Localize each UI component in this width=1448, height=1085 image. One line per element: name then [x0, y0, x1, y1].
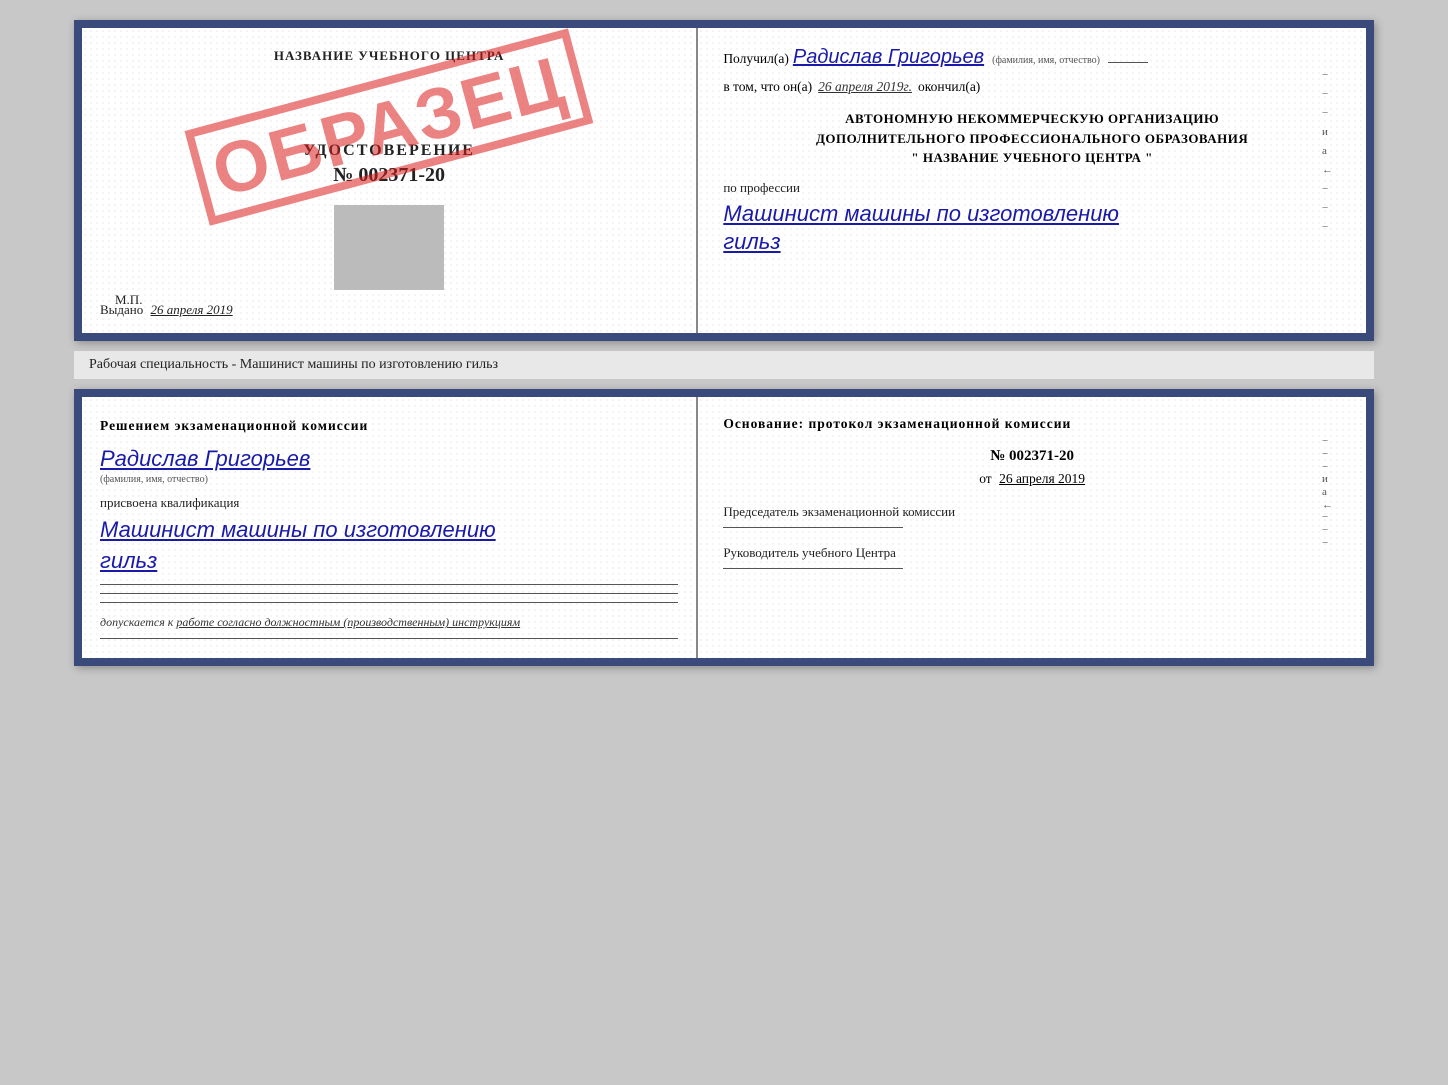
chair-signature-block: Председатель экзаменационной комиссии	[723, 503, 1341, 528]
qualification-line1: Машинист машины по изготовлению	[100, 515, 678, 546]
document-wrapper: НАЗВАНИЕ УЧЕБНОГО ЦЕНТРА ОБРАЗЕЦ УДОСТОВ…	[74, 20, 1374, 666]
top-right-panel: Получил(а) Радислав Григорьев (фамилия, …	[698, 28, 1366, 333]
head-signature-line	[723, 568, 903, 569]
head-label: Руководитель учебного Центра	[723, 544, 1341, 562]
completed-date: 26 апреля 2019г.	[818, 79, 912, 95]
underline1	[100, 584, 678, 585]
protocol-number: № 002371-20	[723, 448, 1341, 465]
bottom-left-panel: Решением экзаменационной комиссии Радисл…	[82, 397, 698, 658]
name-subtitle-bottom: (фамилия, имя, отчество)	[100, 474, 678, 485]
basis-title: Основание: протокол экзаменационной коми…	[723, 415, 1341, 434]
date-prefix: от	[979, 471, 991, 486]
org-block: АВТОНОМНУЮ НЕКОММЕРЧЕСКУЮ ОРГАНИЗАЦИЮ ДО…	[723, 109, 1341, 168]
chair-label: Председатель экзаменационной комиссии	[723, 503, 1341, 521]
underline4	[100, 638, 678, 639]
bottom-document: Решением экзаменационной комиссии Радисл…	[74, 389, 1374, 666]
mp-label: М.П.	[115, 292, 142, 308]
received-prefix: Получил(а)	[723, 51, 789, 67]
chair-signature-line	[723, 527, 903, 528]
received-line: Получил(а) Радислав Григорьев (фамилия, …	[723, 46, 1341, 69]
recipient-name: Радислав Григорьев	[793, 46, 984, 69]
person-name-bottom: Радислав Григорьев	[100, 446, 678, 472]
qualification-line2: гильз	[100, 546, 678, 577]
allowed-text: допускается к работе согласно должностны…	[100, 615, 678, 630]
assigned-text: присвоена квалификация	[100, 495, 678, 511]
underline3	[100, 602, 678, 603]
org-line2: ДОПОЛНИТЕЛЬНОГО ПРОФЕССИОНАЛЬНОГО ОБРАЗО…	[723, 129, 1341, 149]
allowed-description: работе согласно должностным (производств…	[176, 615, 520, 629]
right-side-dashes-bottom: −−−иа←−−−	[1322, 415, 1333, 569]
protocol-date: от 26 апреля 2019	[723, 471, 1341, 487]
profession-name2: гильз	[723, 228, 1341, 257]
top-document: НАЗВАНИЕ УЧЕБНОГО ЦЕНТРА ОБРАЗЕЦ УДОСТОВ…	[74, 20, 1374, 341]
org-line3: " НАЗВАНИЕ УЧЕБНОГО ЦЕНТРА "	[723, 148, 1341, 168]
org-line1: АВТОНОМНУЮ НЕКОММЕРЧЕСКУЮ ОРГАНИЗАЦИЮ	[723, 109, 1341, 129]
completed-suffix: окончил(а)	[918, 79, 980, 95]
profession-name: Машинист машины по изготовлению	[723, 200, 1341, 229]
underline2	[100, 593, 678, 594]
fio-subtitle-top: (фамилия, имя, отчество)	[992, 55, 1100, 66]
photo-placeholder	[334, 205, 444, 290]
profession-label: по профессии	[723, 180, 1341, 196]
decision-text: Решением экзаменационной комиссии	[100, 417, 678, 436]
head-signature-block: Руководитель учебного Центра	[723, 544, 1341, 569]
in-that-prefix: в том, что он(а)	[723, 79, 812, 95]
bottom-right-panel: Основание: протокол экзаменационной коми…	[698, 397, 1366, 658]
issued-date: 26 апреля 2019	[151, 302, 233, 317]
middle-label: Рабочая специальность - Машинист машины …	[74, 351, 1374, 379]
protocol-date-value: 26 апреля 2019	[999, 471, 1085, 486]
completed-line: в том, что он(а) 26 апреля 2019г. окончи…	[723, 79, 1341, 95]
allowed-prefix: допускается к	[100, 615, 173, 629]
right-side-dashes-top: −−−иа←−−−	[1322, 46, 1333, 257]
top-left-panel: НАЗВАНИЕ УЧЕБНОГО ЦЕНТРА ОБРАЗЕЦ УДОСТОВ…	[82, 28, 698, 333]
